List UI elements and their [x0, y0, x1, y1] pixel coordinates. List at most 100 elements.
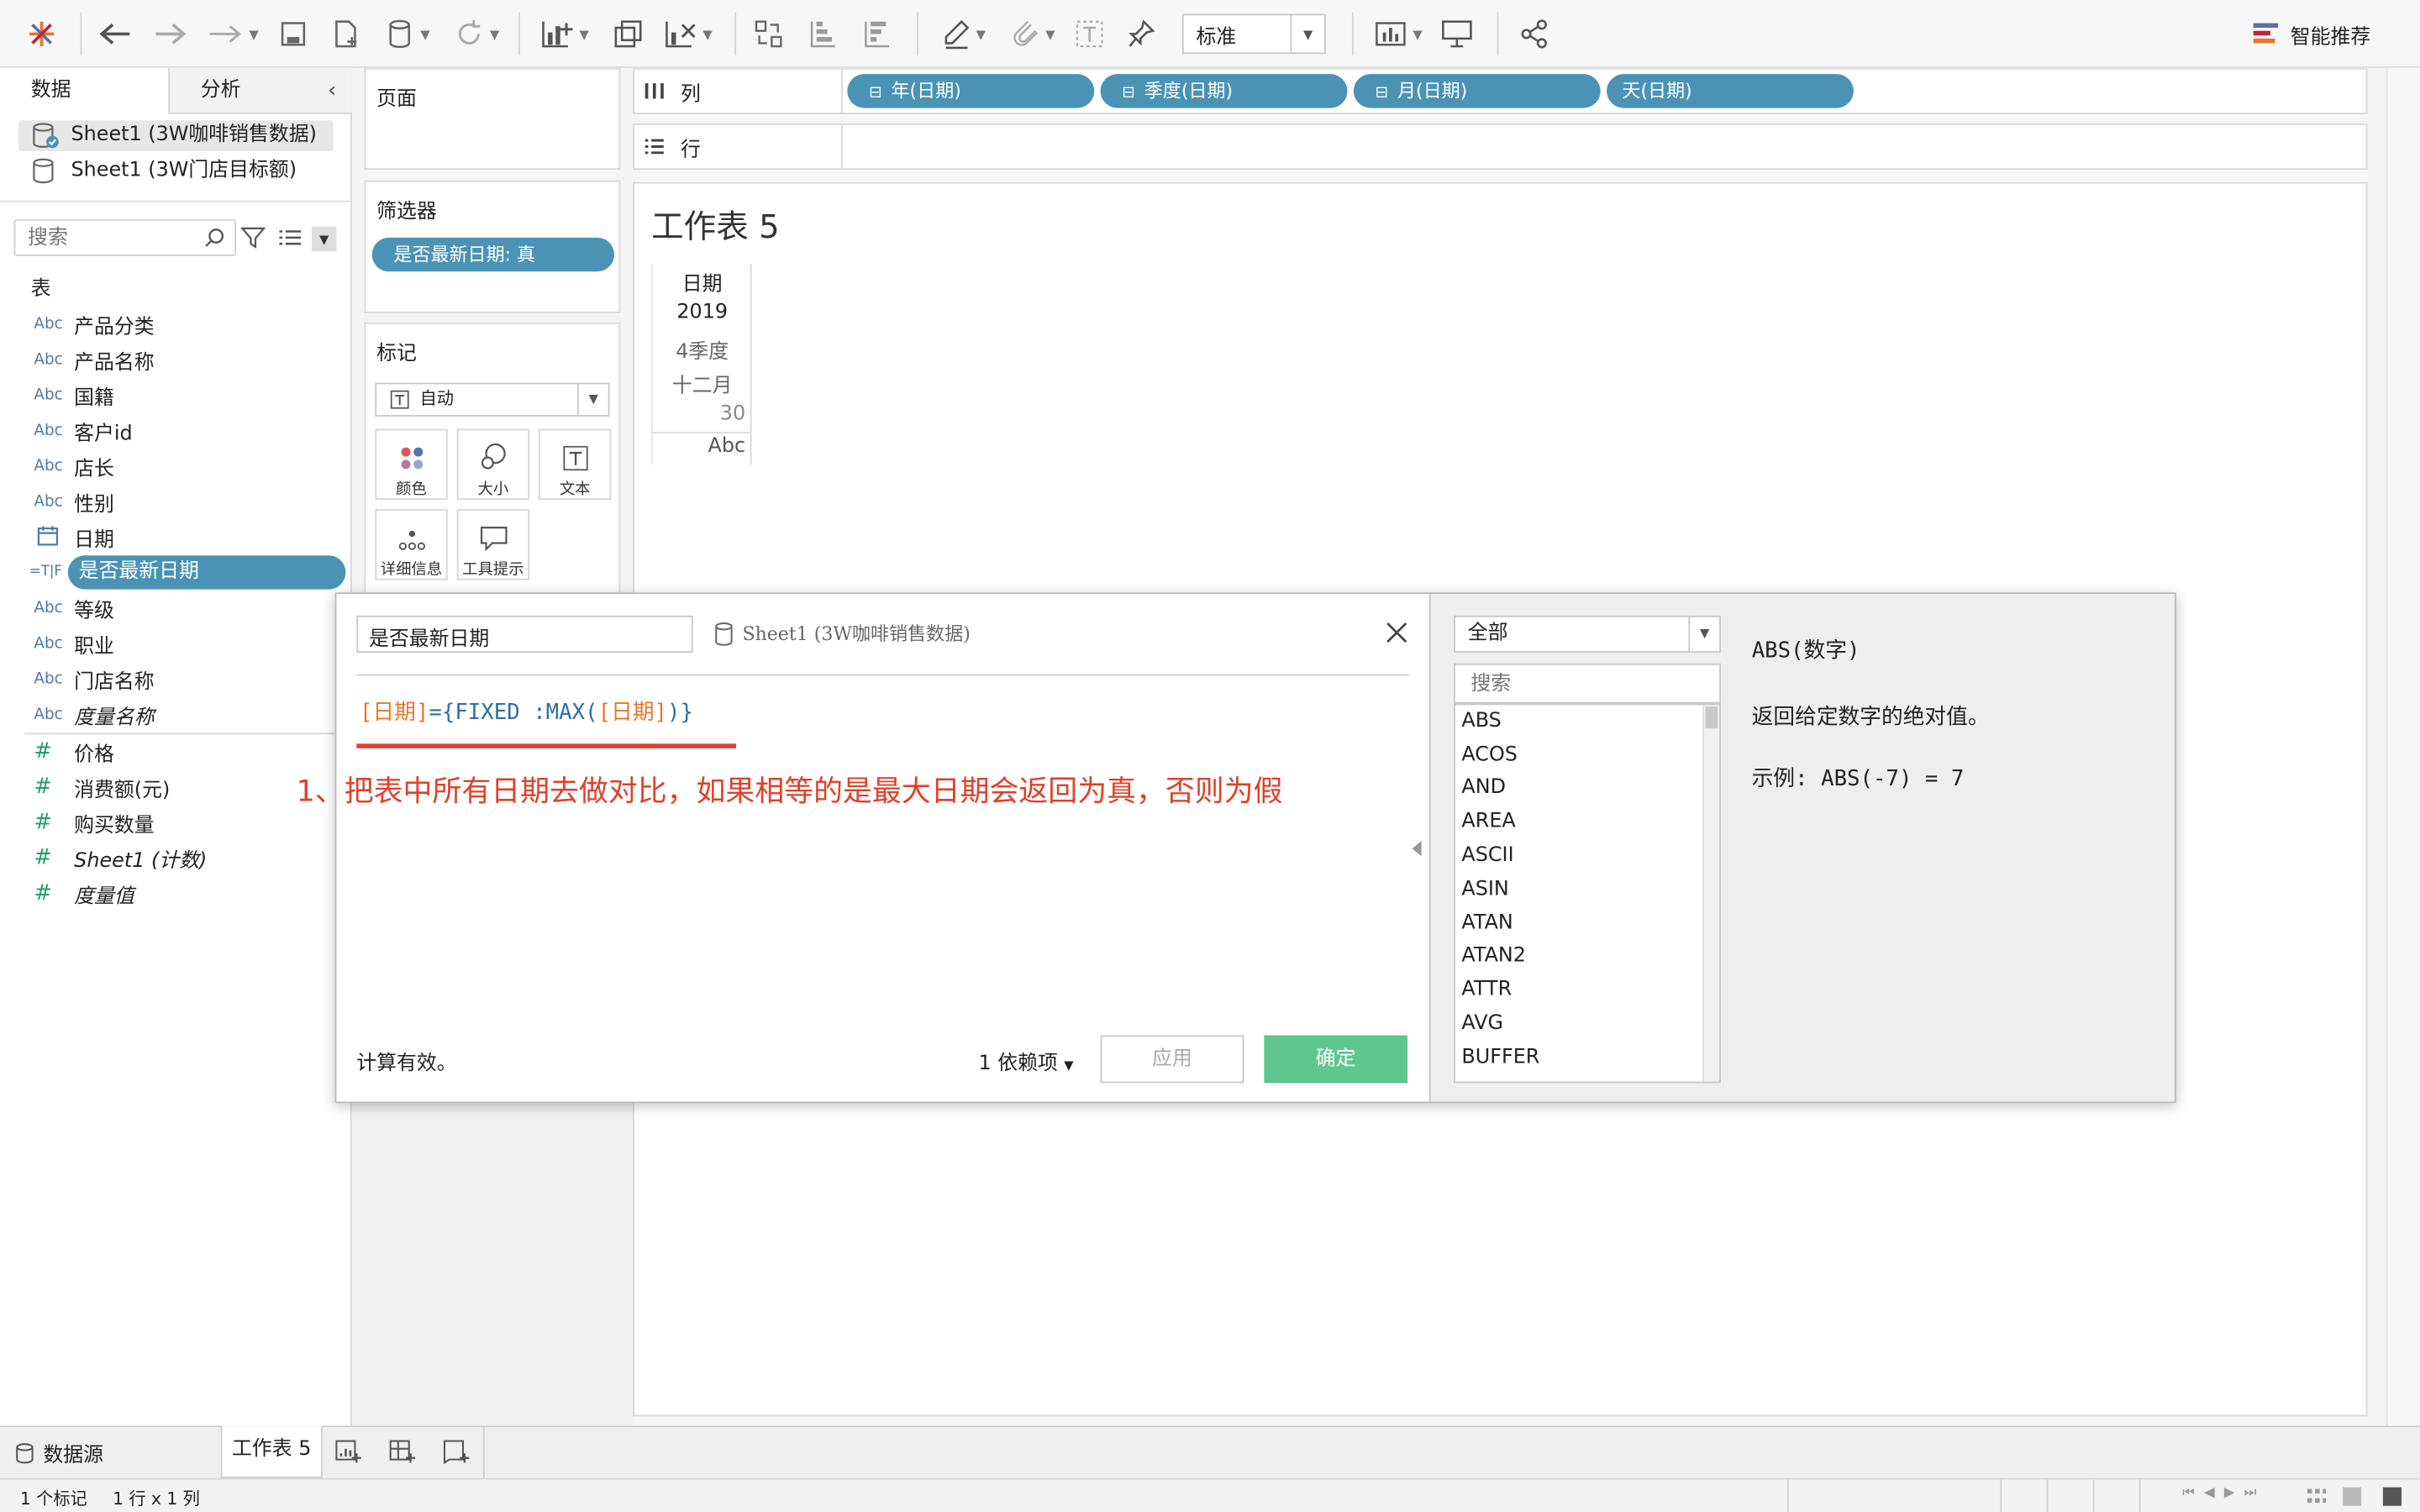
- formula-editor[interactable]: [日期]={FIXED :MAX([日期])}: [360, 696, 693, 727]
- field-item[interactable]: Abc 国籍: [24, 380, 114, 411]
- calc-name-input[interactable]: 是否最新日期: [356, 615, 693, 653]
- mark-type-select[interactable]: 自动 ▼: [375, 382, 610, 417]
- show-cards-icon[interactable]: ▼: [1367, 13, 1428, 55]
- new-datasource-icon[interactable]: [327, 13, 364, 55]
- datasource-item-secondary[interactable]: Sheet1 (3W门店目标额): [18, 156, 334, 187]
- field-item[interactable]: 日期: [24, 522, 114, 553]
- datasource-item-primary[interactable]: Sheet1 (3W咖啡销售数据): [18, 120, 334, 152]
- swap-rows-columns-icon[interactable]: [749, 13, 789, 55]
- function-category-select[interactable]: 全部 ▼: [1454, 615, 1721, 653]
- month-header[interactable]: 十二月: [653, 369, 752, 398]
- field-search-input[interactable]: [13, 218, 237, 256]
- field-item[interactable]: Abc 产品名称: [24, 344, 154, 375]
- column-pill-year[interactable]: ⊟ 年(日期): [847, 74, 1095, 108]
- sort-ascending-icon[interactable]: [802, 13, 843, 55]
- columns-shelf[interactable]: 列 ⊟ 年(日期) ⊟ 季度(日期) ⊟ 月(日期) 天(日期): [633, 67, 2368, 114]
- redo-dropdown-icon[interactable]: ▼: [203, 13, 264, 55]
- scrollbar-thumb[interactable]: [1705, 706, 1718, 728]
- datasource-icon[interactable]: ▼: [376, 13, 441, 55]
- tableau-logo-icon[interactable]: [22, 13, 62, 55]
- tabs-view-icon[interactable]: [2382, 1487, 2402, 1506]
- pages-shelf[interactable]: 页面: [364, 67, 621, 171]
- size-button[interactable]: 大小: [456, 428, 530, 501]
- function-item[interactable]: ACOS: [1461, 739, 1518, 773]
- function-item[interactable]: BUFFER: [1461, 1042, 1539, 1075]
- function-item[interactable]: ATAN2: [1461, 940, 1526, 974]
- field-item[interactable]: # Sheet1 (计数): [24, 843, 207, 874]
- field-item[interactable]: Abc 店长: [24, 450, 114, 481]
- quarter-header[interactable]: 4季度: [653, 335, 752, 365]
- column-pill-day[interactable]: 天(日期): [1607, 74, 1854, 108]
- year-header[interactable]: 2019: [653, 301, 752, 324]
- collapse-icon[interactable]: ⊟: [1376, 85, 1388, 102]
- labels-icon[interactable]: [1071, 13, 1108, 55]
- apply-button[interactable]: 应用: [1100, 1035, 1244, 1084]
- function-item[interactable]: ABS: [1461, 705, 1501, 738]
- field-search-text[interactable]: [15, 220, 198, 255]
- new-worksheet-icon[interactable]: ▼: [533, 13, 597, 55]
- refresh-icon[interactable]: ▼: [445, 13, 509, 55]
- collapse-pane-icon[interactable]: ‹: [328, 68, 336, 114]
- save-icon[interactable]: [275, 13, 312, 55]
- color-button[interactable]: 颜色: [375, 428, 448, 501]
- function-item[interactable]: AND: [1461, 771, 1506, 805]
- new-story-tab-icon[interactable]: [443, 1440, 474, 1467]
- detail-button[interactable]: 详细信息: [375, 509, 448, 580]
- sheet-sorter-icon[interactable]: [2306, 1488, 2328, 1506]
- field-item[interactable]: # 度量值: [24, 878, 134, 909]
- function-list-scrollbar[interactable]: [1702, 705, 1720, 1082]
- tooltip-button[interactable]: 工具提示: [456, 509, 530, 580]
- smart-recommend-button[interactable]: 智能推荐: [2253, 13, 2392, 55]
- function-item[interactable]: ASCII: [1461, 839, 1513, 873]
- filters-shelf[interactable]: 筛选器 是否最新日期: 真: [364, 180, 621, 313]
- undo-icon[interactable]: [96, 13, 136, 55]
- column-pill-month[interactable]: ⊟ 月(日期): [1353, 74, 1601, 108]
- field-item[interactable]: Abc 客户id: [24, 415, 132, 446]
- close-icon[interactable]: [1383, 619, 1414, 650]
- new-worksheet-tab-icon[interactable]: [335, 1440, 366, 1467]
- duplicate-icon[interactable]: [608, 13, 649, 55]
- field-item[interactable]: # 消费额(元): [24, 771, 170, 802]
- collapse-icon[interactable]: ⊟: [869, 85, 881, 102]
- tab-data[interactable]: 数据: [0, 67, 171, 114]
- field-item[interactable]: Abc 产品分类: [24, 308, 154, 339]
- day-header[interactable]: 30: [653, 402, 745, 426]
- function-search-input[interactable]: [1454, 663, 1721, 704]
- dependencies-button[interactable]: 1 依赖项 ▼: [978, 1046, 1073, 1076]
- tab-analysis[interactable]: 分析 ‹: [170, 67, 352, 114]
- group-icon[interactable]: ▼: [1003, 13, 1065, 55]
- field-item[interactable]: Abc 门店名称: [24, 664, 154, 695]
- field-item[interactable]: # 购买数量: [24, 807, 154, 838]
- redo-icon[interactable]: [150, 13, 190, 55]
- highlight-icon[interactable]: ▼: [934, 13, 995, 55]
- share-icon[interactable]: [1512, 13, 1555, 55]
- rows-shelf[interactable]: 行: [633, 123, 2368, 171]
- function-item[interactable]: ATAN: [1461, 907, 1512, 941]
- function-item[interactable]: AREA: [1461, 806, 1515, 839]
- field-item-selected[interactable]: =T|F 是否最新日期: [24, 555, 346, 590]
- function-item[interactable]: AVG: [1461, 1007, 1503, 1041]
- field-item[interactable]: Abc 等级: [24, 592, 114, 623]
- sort-descending-icon[interactable]: [856, 13, 897, 55]
- pin-icon[interactable]: [1123, 13, 1160, 55]
- field-item[interactable]: Abc 职业: [24, 628, 114, 659]
- clear-sheet-icon[interactable]: ▼: [656, 13, 721, 55]
- filmstrip-icon[interactable]: [2343, 1487, 2362, 1506]
- presentation-icon[interactable]: [1435, 13, 1478, 55]
- field-item[interactable]: Abc 性别: [24, 486, 114, 517]
- collapse-icon[interactable]: ⊟: [1122, 85, 1134, 102]
- sheet-navigation-icons[interactable]: ⏮◀▶⏭: [2182, 1486, 2265, 1501]
- datasource-tab[interactable]: 数据源: [0, 1427, 216, 1478]
- ok-button[interactable]: 确定: [1264, 1035, 1408, 1084]
- label-button[interactable]: 文本: [539, 428, 612, 501]
- sheet-tab-active[interactable]: 工作表 5: [220, 1425, 323, 1478]
- column-pill-quarter[interactable]: ⊟ 季度(日期): [1100, 74, 1348, 108]
- function-item[interactable]: ASIN: [1461, 874, 1508, 907]
- collapse-functions-icon[interactable]: [1412, 841, 1422, 857]
- data-cell[interactable]: Abc: [653, 435, 746, 459]
- function-item[interactable]: ATTR: [1461, 974, 1512, 1007]
- filter-icon[interactable]: [239, 225, 269, 253]
- zoom-select[interactable]: 标准 ▼: [1181, 13, 1326, 55]
- field-item[interactable]: # 价格: [24, 736, 114, 767]
- field-item[interactable]: Abc 度量名称: [24, 699, 154, 730]
